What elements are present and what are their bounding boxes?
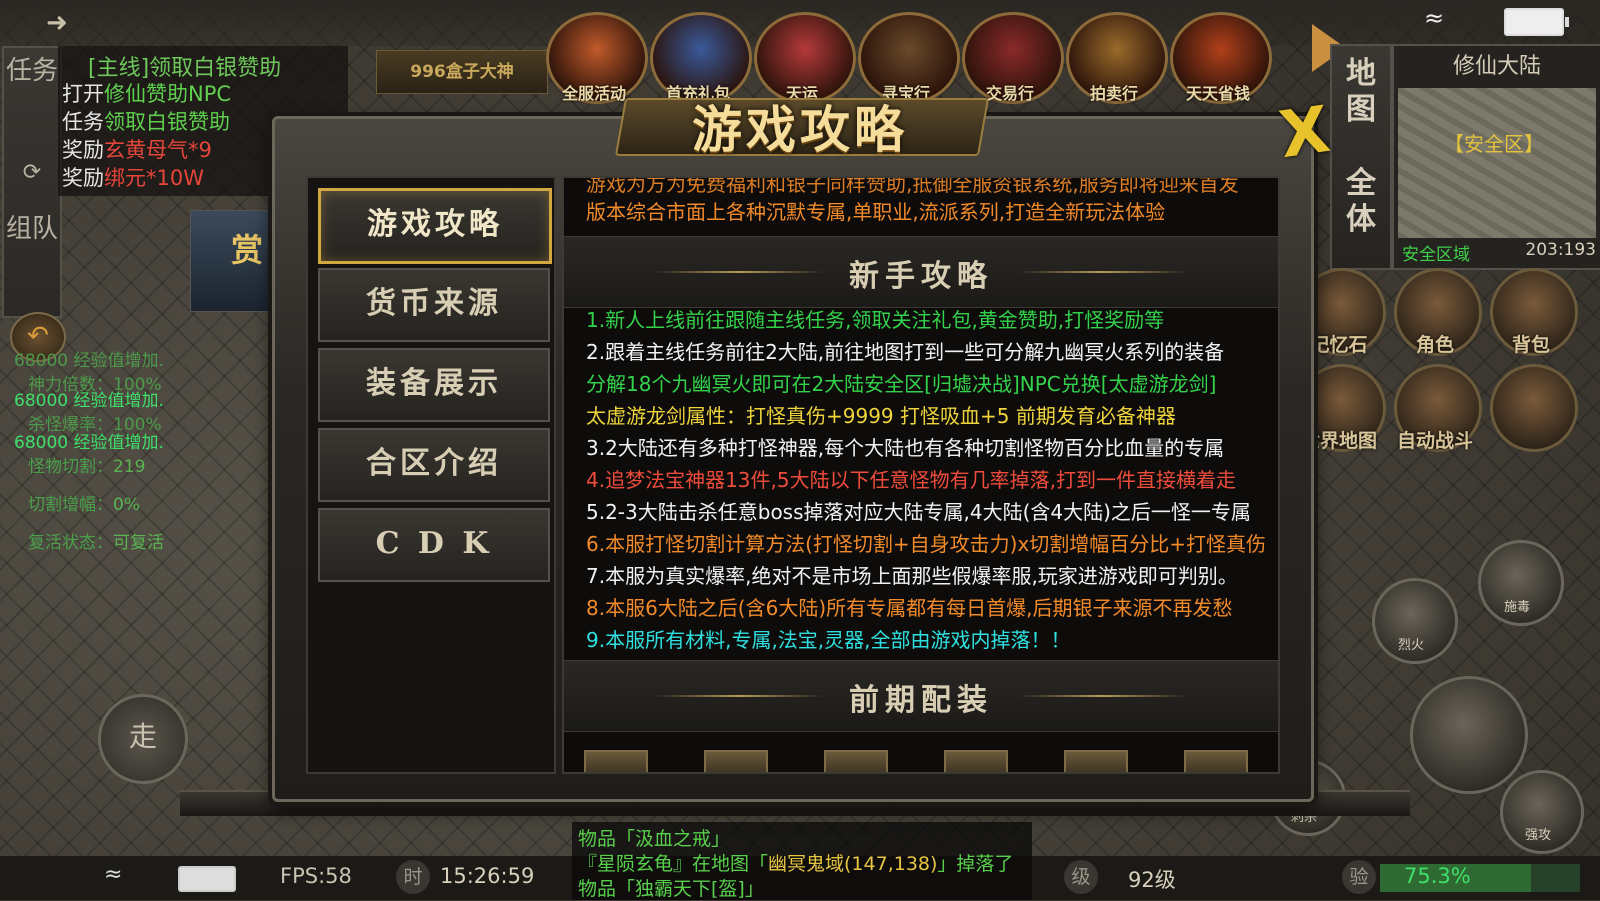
tab-task[interactable]: 任务 bbox=[4, 56, 60, 86]
exp-percent: 75.3% bbox=[1404, 864, 1471, 888]
tab-all[interactable]: 全体 bbox=[1332, 166, 1390, 238]
expand-arrow-icon[interactable]: ➜ bbox=[46, 8, 68, 38]
walk-button[interactable]: 走 bbox=[98, 694, 188, 784]
skill-label: 强攻 bbox=[1525, 828, 1552, 843]
guide-line: 9.本服所有材料,专属,法宝,灵器,全部由游戏内掉落！！ bbox=[586, 628, 1071, 652]
battery-icon bbox=[1504, 8, 1569, 36]
box-banner[interactable]: 996盒子大神 bbox=[376, 50, 548, 94]
stat-line: 怪物切割：219 bbox=[28, 457, 146, 477]
exp-icon: 验 bbox=[1342, 860, 1376, 894]
guide-line: 5.2-3大陆击杀任意boss掉落对应大陆专属,4大陆(含4大陆)之后一怪一专属 bbox=[586, 500, 1251, 524]
stat-line: 68000 经验值增加. bbox=[14, 391, 164, 411]
menu-game-guide[interactable]: 游戏攻略 bbox=[318, 188, 552, 264]
guide-line: 分解18个九幽冥火即可在2大陆安全区[归墟决战]NPC兑换[太虚游龙剑] bbox=[586, 372, 1217, 396]
guide-line: 3.2大陆还有多种打怪神器,每个大陆也有各种切割怪物百分比血量的专属 bbox=[586, 436, 1225, 460]
chat-line: 物品「汲血之戒」 bbox=[578, 828, 731, 850]
player-level: 92级 bbox=[1128, 868, 1176, 892]
equipment-slot[interactable] bbox=[584, 750, 648, 772]
wifi-icon: ≈ bbox=[1424, 4, 1445, 32]
close-icon[interactable]: X bbox=[1275, 93, 1334, 173]
refresh-icon[interactable]: ⟳ bbox=[4, 158, 60, 188]
wifi-icon: ≈ bbox=[104, 862, 123, 887]
guide-line: 2.跟着主线任务前往2大陆,前往地图打到一些可分解九幽冥火系列的装备 bbox=[586, 340, 1225, 364]
chat-line: 『星陨玄龟』在地图「幽冥鬼域(147,138)」掉落了 bbox=[578, 853, 1014, 875]
stat-line: 68000 经验值增加. bbox=[14, 351, 164, 371]
coordinates: 203:193 bbox=[1525, 240, 1596, 260]
battery-icon bbox=[178, 866, 236, 892]
minimap[interactable]: 修仙大陆 【安全区】 安全区域 203:193 bbox=[1392, 44, 1600, 270]
guide-line: 4.追梦法宝神器13件,5大陆以下任意怪物有几率掉落,打到一件直接横着走 bbox=[586, 468, 1236, 492]
level-icon: 级 bbox=[1064, 860, 1098, 894]
intro-text-partial: 游戏为方为免费福利和银子同样赞助,抵御全服资银系统,服务即将迎来首发 bbox=[586, 176, 1239, 196]
clock-icon: 时 bbox=[396, 860, 430, 894]
function-label: 背包 bbox=[1511, 334, 1550, 356]
function-label: 自动战斗 bbox=[1396, 430, 1473, 452]
guide-line: 8.本服6大陆之后(含6大陆)所有专属都有每日首爆,后期银子来源不再发愁 bbox=[586, 596, 1233, 620]
dialog-title-text: 游戏攻略 bbox=[692, 100, 908, 159]
tab-map[interactable]: 地图 bbox=[1332, 56, 1390, 128]
section-header: 新手攻略 bbox=[564, 236, 1278, 308]
clock: 15:26:59 bbox=[440, 864, 535, 888]
menu-cdk[interactable]: C D K bbox=[318, 508, 550, 582]
quest-row: 奖励绑元*10W bbox=[62, 166, 204, 190]
section-title: 前期配装 bbox=[849, 683, 993, 718]
quest-row: 奖励玄黄母气*9 bbox=[62, 138, 212, 162]
zone-label: 安全区域 bbox=[1402, 245, 1470, 265]
guide-line: 6.本服打怪切割计算方法(打怪切割+自身攻击力)x切割增幅百分比+打怪真伤 bbox=[586, 532, 1267, 556]
stat-line: 复活状态：可复活 bbox=[28, 533, 164, 553]
menu-equipment-showcase[interactable]: 装备展示 bbox=[318, 348, 550, 422]
chat-log[interactable]: 物品「汲血之戒」『星陨玄龟』在地图「幽冥鬼域(147,138)」掉落了 物品「独霸… bbox=[572, 822, 1032, 900]
quest-row: 任务领取白银赞助 bbox=[62, 110, 230, 134]
menu-server-merge[interactable]: 合区介绍 bbox=[318, 428, 550, 502]
intro-text: 版本综合市面上各种沉默专属,单职业,流派系列,打造全新玩法体验 bbox=[586, 200, 1166, 224]
minimap-view[interactable]: 【安全区】 bbox=[1398, 88, 1596, 238]
guide-menu: 游戏攻略 货币来源 装备展示 合区介绍 C D K bbox=[306, 176, 556, 774]
section-header: 前期配装 bbox=[564, 660, 1278, 732]
equipment-slot[interactable] bbox=[704, 750, 768, 772]
fps-counter: FPS:58 bbox=[280, 864, 352, 888]
guide-line: 太虚游龙剑属性：打怪真伤+9999 打怪吸血+5 前期发育必备神器 bbox=[586, 404, 1176, 428]
safe-zone-label: 【安全区】 bbox=[1444, 132, 1544, 156]
reward-flag[interactable]: 赏 bbox=[190, 210, 284, 312]
guide-line: 7.本服为真实爆率,绝对不是市场上面那些假爆率服,玩家进游戏即可判别。 bbox=[586, 564, 1238, 588]
skill-label: 烈火 bbox=[1398, 638, 1425, 653]
attack-button[interactable] bbox=[1410, 676, 1528, 794]
function-label: 角色 bbox=[1415, 334, 1454, 356]
equipment-slot[interactable] bbox=[944, 750, 1008, 772]
tab-team[interactable]: 组队 bbox=[4, 214, 60, 244]
equipment-slot[interactable] bbox=[824, 750, 888, 772]
task-tab-strip: 任务 ⟳ 组队 bbox=[2, 46, 62, 318]
guide-line: 1.新人上线前往跟随主线任务,领取关注礼包,黄金赞助,打怪奖励等 bbox=[586, 308, 1165, 332]
activity-label: 拍卖行 bbox=[1089, 84, 1138, 103]
stat-line: 68000 经验值增加. bbox=[14, 433, 164, 453]
map-tab-strip: 地图 全体 bbox=[1330, 44, 1392, 270]
equipment-slot[interactable] bbox=[1184, 750, 1248, 772]
stat-line: 切割增幅：0% bbox=[28, 495, 140, 515]
guide-content[interactable]: 游戏为方为免费福利和银子同样赞助,抵御全服资银系统,服务即将迎来首发 版本综合市… bbox=[562, 176, 1280, 774]
equipment-slot[interactable] bbox=[1064, 750, 1128, 772]
dpad-icon[interactable] bbox=[1490, 364, 1578, 452]
quest-row: 打开修仙赞助NPC bbox=[62, 82, 232, 106]
map-name: 修仙大陆 bbox=[1452, 54, 1541, 79]
activity-label: 天天省钱 bbox=[1185, 84, 1250, 103]
chat-line: 物品「独霸天下[盔]」 bbox=[578, 878, 764, 900]
skill-label: 施毒 bbox=[1504, 600, 1531, 615]
section-title: 新手攻略 bbox=[849, 259, 993, 294]
menu-currency-source[interactable]: 货币来源 bbox=[318, 268, 550, 342]
dialog-title: 游戏攻略 bbox=[614, 84, 990, 159]
